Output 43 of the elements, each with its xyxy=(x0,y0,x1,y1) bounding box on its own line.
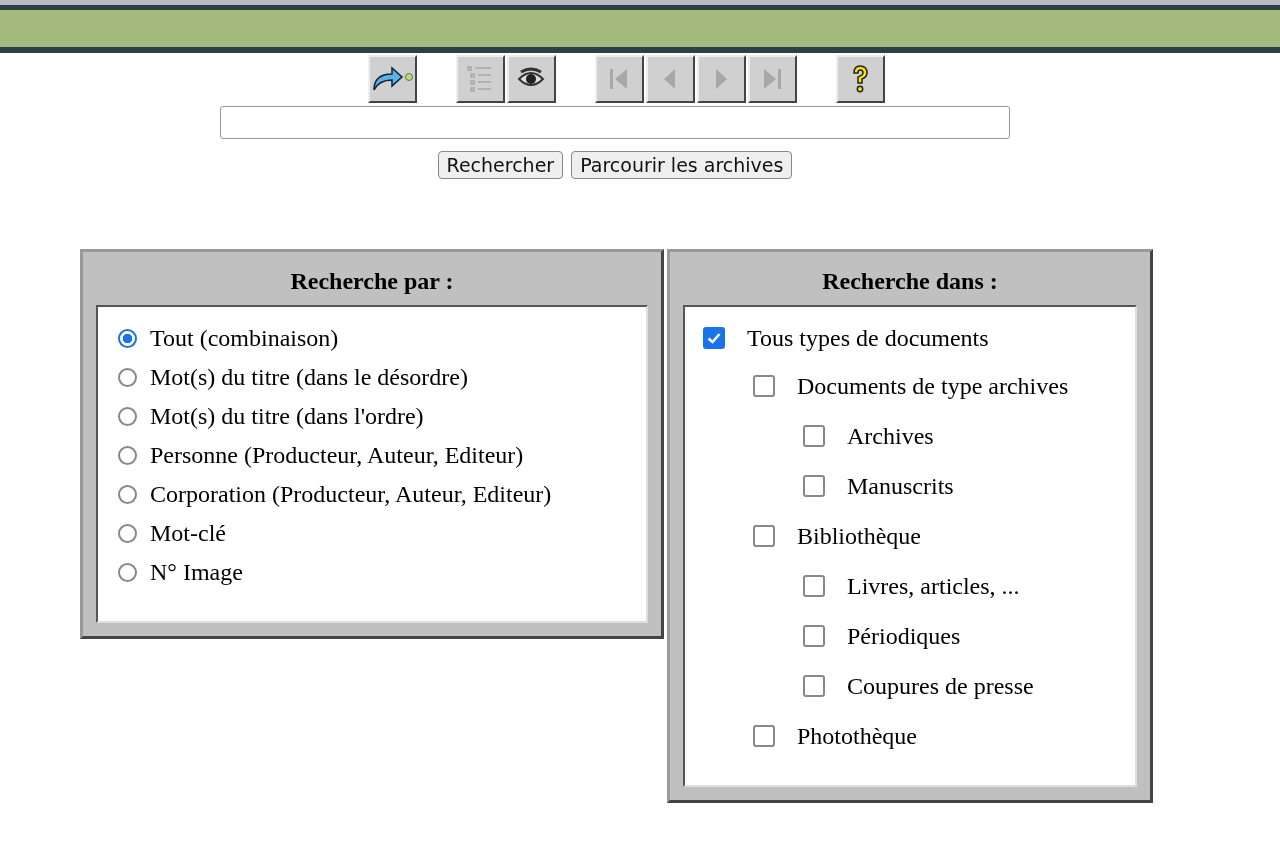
checkbox[interactable] xyxy=(753,725,775,747)
radio-button[interactable] xyxy=(118,329,137,348)
option-label: Personne (Producteur, Auteur, Editeur) xyxy=(150,442,524,469)
radio-button[interactable] xyxy=(118,524,137,543)
option-label: N° Image xyxy=(150,559,243,586)
radio-button[interactable] xyxy=(118,485,137,504)
help-icon xyxy=(850,64,870,94)
option-label: Mot-clé xyxy=(150,520,226,547)
toolbar-button[interactable] xyxy=(506,55,556,103)
radio-button[interactable] xyxy=(118,446,137,465)
search-button[interactable]: Parcourir les archives xyxy=(571,151,793,179)
checkbox[interactable] xyxy=(803,675,825,697)
radio-button[interactable] xyxy=(118,407,137,426)
checkbox[interactable] xyxy=(803,625,825,647)
option-label: Mot(s) du titre (dans l'ordre) xyxy=(150,403,424,430)
option-label: Mot(s) du titre (dans le désordre) xyxy=(150,364,468,391)
checkbox-label: Photothèque xyxy=(797,722,917,750)
checkbox-label: Documents de type archives xyxy=(797,372,1069,400)
checkbox-label: Périodiques xyxy=(847,622,961,650)
checkmark-icon xyxy=(707,332,721,344)
search-button[interactable]: Rechercher xyxy=(437,151,564,179)
checkbox[interactable] xyxy=(803,425,825,447)
checkbox[interactable] xyxy=(753,525,775,547)
toolbar-button[interactable] xyxy=(835,55,885,103)
toolbar-button[interactable] xyxy=(367,55,417,103)
radio-button[interactable] xyxy=(118,563,137,582)
checkbox-label: Coupures de presse xyxy=(847,672,1034,700)
panel-title: Recherche par : xyxy=(289,267,455,296)
option-label: Tout (combinaison) xyxy=(150,325,339,352)
checkbox-label: Bibliothèque xyxy=(797,522,921,550)
checkbox-label: Archives xyxy=(847,422,934,450)
list-icon xyxy=(466,64,494,94)
checkbox[interactable] xyxy=(753,375,775,397)
panel-title: Recherche dans : xyxy=(821,267,999,296)
checkbox[interactable] xyxy=(803,475,825,497)
checkbox[interactable] xyxy=(803,575,825,597)
checkbox[interactable] xyxy=(703,327,725,349)
checkbox-label: Tous types de documents xyxy=(747,324,989,352)
radio-button[interactable] xyxy=(118,368,137,387)
search-field[interactable] xyxy=(220,106,1010,139)
checkbox-label: Livres, articles, ... xyxy=(847,572,1020,600)
option-label: Corporation (Producteur, Auteur, Editeur) xyxy=(150,481,552,508)
checkbox-label: Manuscrits xyxy=(847,472,954,500)
